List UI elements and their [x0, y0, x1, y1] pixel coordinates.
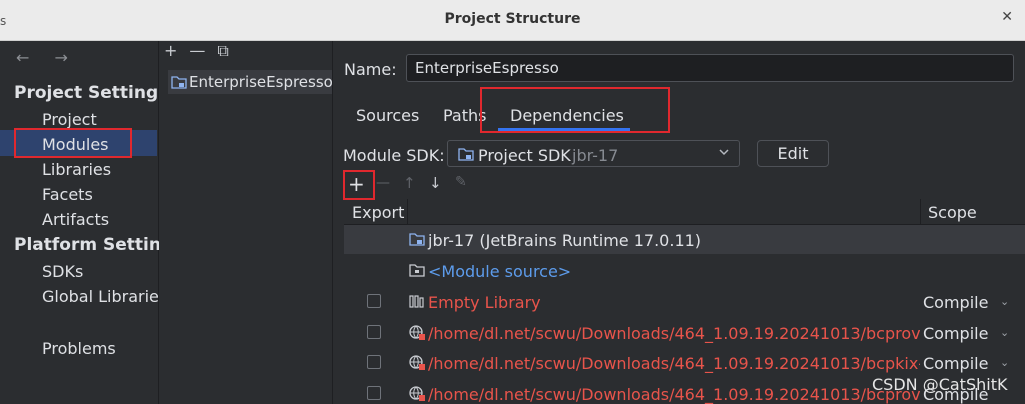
window-title: Project Structure	[444, 11, 581, 27]
dependencies-table-header	[344, 199, 1025, 225]
close-icon[interactable]: ✕	[1001, 9, 1013, 25]
dependencies-highlight-box	[480, 87, 670, 133]
move-down-icon[interactable]: ↓	[429, 174, 442, 192]
module-name-field[interactable]	[406, 54, 1014, 82]
module-list-toolbar: + — ⧉	[164, 41, 229, 61]
add-module-icon[interactable]: +	[164, 41, 177, 61]
column-header-scope[interactable]: Scope	[928, 203, 977, 222]
project-settings-heading: Project Settings	[14, 83, 169, 103]
nav-item-project[interactable]: Project	[42, 110, 97, 129]
dependency-label: /home/dl.net/scwu/Downloads/464_1.09.19.…	[428, 354, 920, 373]
nav-item-sdks[interactable]: SDKs	[42, 262, 83, 281]
column-header-export[interactable]: Export	[352, 203, 404, 222]
module-name: EnterpriseEspresso	[189, 73, 332, 91]
globe-error-icon	[409, 325, 425, 340]
sdk-value: Project SDK	[478, 146, 571, 165]
name-label: Name:	[344, 60, 397, 79]
chevron-down-icon[interactable]: ⌄	[1000, 356, 1009, 369]
nav-item-facets[interactable]: Facets	[42, 185, 93, 204]
export-checkbox[interactable]	[367, 386, 381, 400]
remove-module-icon[interactable]: —	[189, 41, 205, 61]
edit-sdk-button[interactable]: Edit	[757, 140, 829, 167]
export-checkbox[interactable]	[367, 325, 381, 339]
chevron-down-icon[interactable]: ⌄	[1000, 295, 1009, 308]
library-icon	[409, 294, 425, 308]
back-forward-icons[interactable]: ← →	[16, 48, 78, 67]
modules-highlight-box	[14, 128, 132, 158]
dependency-label[interactable]: <Module source>	[428, 262, 571, 281]
sdk-folder-icon	[409, 232, 425, 246]
sdk-folder-icon	[458, 147, 474, 161]
export-checkbox[interactable]	[367, 294, 381, 308]
module-list-panel	[159, 41, 333, 404]
chevron-down-icon	[718, 146, 730, 158]
column-divider	[920, 199, 921, 224]
nav-item-artifacts[interactable]: Artifacts	[42, 210, 109, 229]
copy-module-icon[interactable]: ⧉	[217, 41, 228, 61]
column-divider	[407, 199, 408, 224]
globe-error-icon	[409, 386, 425, 401]
remove-dependency-icon[interactable]: —	[376, 175, 390, 191]
add-highlight-box	[343, 170, 375, 200]
nav-item-global-libraries[interactable]: Global Libraries	[42, 287, 158, 306]
dependency-label: jbr-17 (JetBrains Runtime 17.0.11)	[428, 231, 702, 250]
move-up-icon[interactable]: ↑	[403, 174, 416, 192]
chevron-down-icon[interactable]: ⌄	[1000, 326, 1009, 339]
module-sdk-label: Module SDK:	[343, 146, 445, 165]
source-folder-icon	[409, 263, 425, 277]
dependency-label: Empty Library	[428, 293, 541, 312]
platform-settings-heading: Platform Settings	[14, 235, 184, 255]
scope-value[interactable]: Compile	[923, 293, 988, 312]
sdk-hint: jbr-17	[572, 146, 619, 165]
edit-dependency-icon[interactable]: ✎	[455, 174, 467, 190]
module-folder-icon	[171, 75, 187, 89]
scope-value[interactable]: Compile	[923, 354, 988, 373]
tab-sources[interactable]: Sources	[356, 106, 419, 125]
watermark: CSDN @CatShitK	[872, 375, 1008, 394]
globe-error-icon	[409, 355, 425, 370]
nav-item-libraries[interactable]: Libraries	[42, 160, 111, 179]
nav-item-problems[interactable]: Problems	[42, 339, 116, 358]
dependency-label: /home/dl.net/scwu/Downloads/464_1.09.19.…	[428, 324, 920, 343]
scope-value[interactable]: Compile	[923, 324, 988, 343]
dependency-label: /home/dl.net/scwu/Downloads/464_1.09.19.…	[428, 385, 920, 404]
dependencies-toolbar	[344, 172, 1025, 198]
export-checkbox[interactable]	[367, 355, 381, 369]
